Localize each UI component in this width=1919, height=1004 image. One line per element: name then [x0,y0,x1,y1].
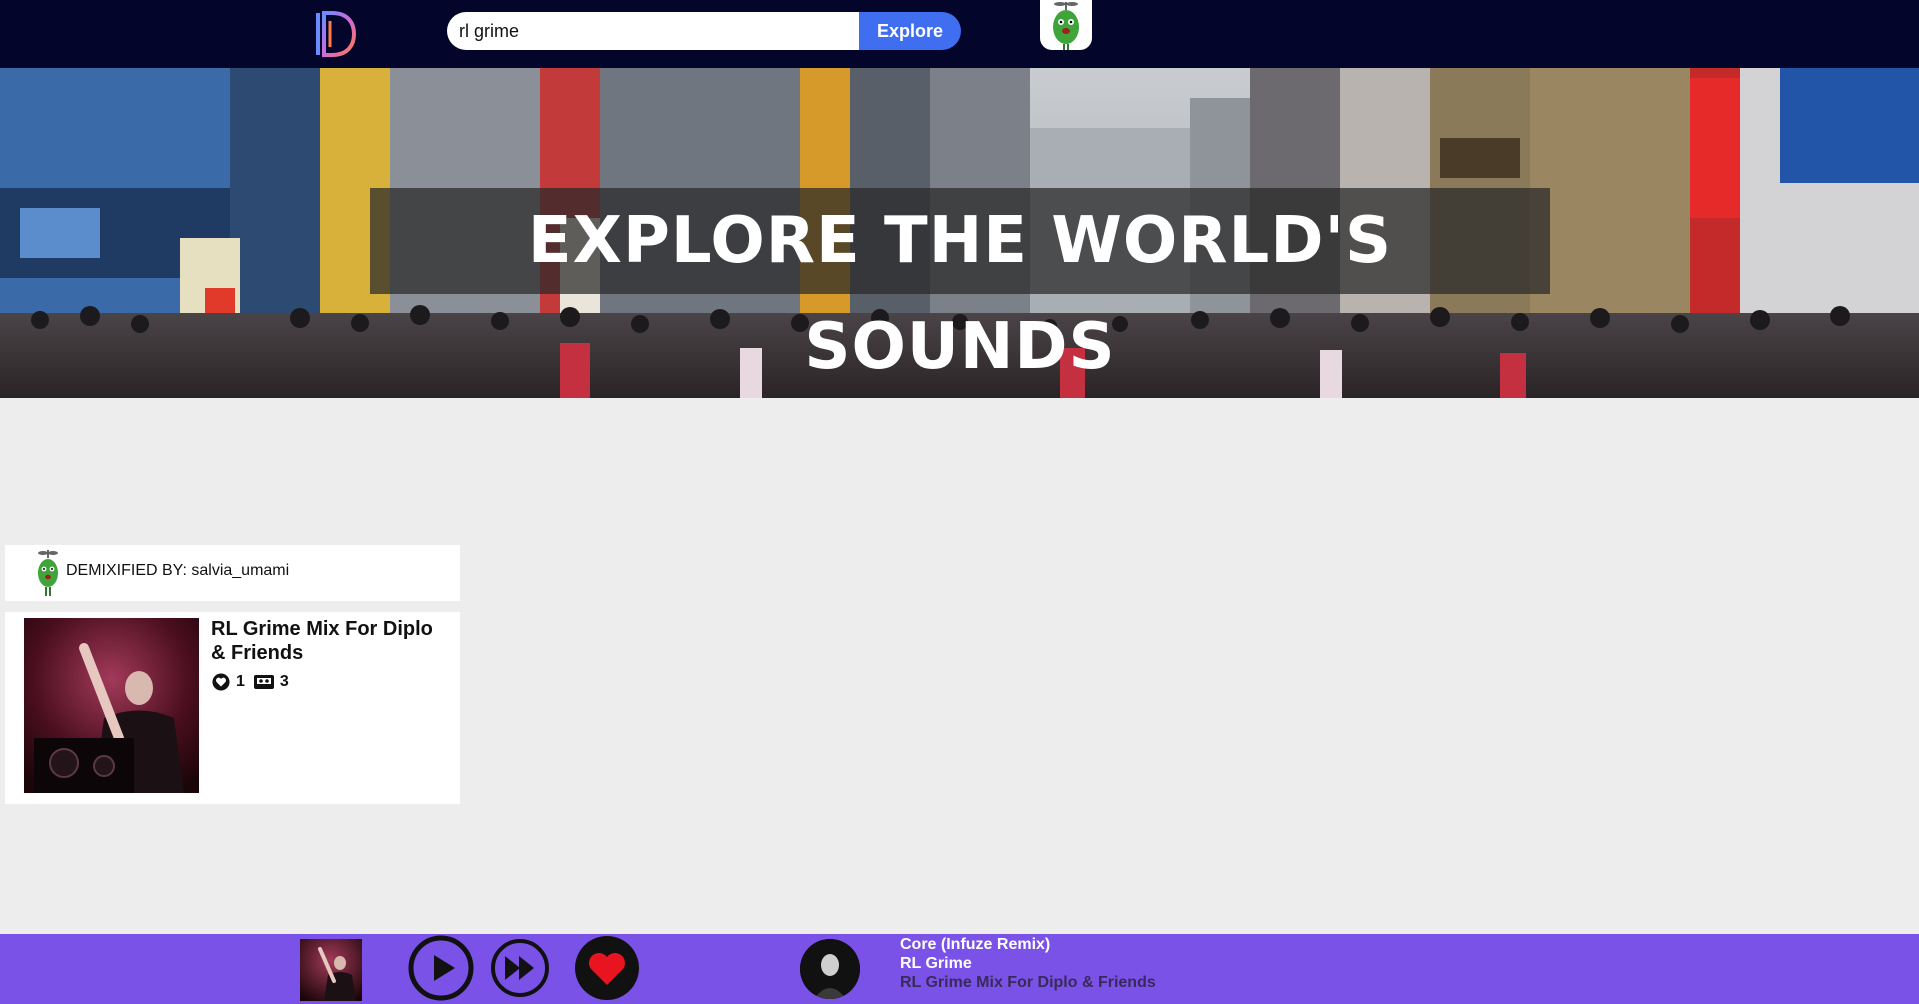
mix-cover-image[interactable] [24,618,199,793]
mix-title[interactable]: RL Grime Mix For Diplo & Friends [211,617,451,665]
artist-portrait-illustration [800,939,860,999]
heart-circle-icon[interactable] [211,673,231,691]
demixify-logo-icon[interactable] [314,9,358,59]
hero-title: EXPLORE THE WORLD'S SOUNDS [527,204,1393,384]
top-navbar: Explore [0,0,1919,68]
player-bar: Core (Infuze Remix) RL Grime RL Grime Mi… [0,934,1919,1004]
pickle-avatar-icon [1053,2,1079,50]
hero-title-panel: EXPLORE THE WORLD'S SOUNDS [370,188,1550,384]
search-input[interactable] [447,12,860,50]
tracks-count: 3 [279,673,289,690]
fast-forward-icon[interactable] [490,938,550,998]
cassette-icon [253,675,274,689]
mix-stats: 1 3 [211,672,297,692]
favorite-heart-icon[interactable] [574,935,640,1001]
dj-photo-illustration [24,618,199,793]
hero-banner: EXPLORE THE WORLD'S SOUNDS [0,68,1919,398]
search-bar: Explore [447,12,961,50]
pickle-avatar-icon[interactable] [27,548,69,598]
demixified-by-card: DEMIXIFIED BY: salvia_umami [5,545,460,601]
artist-avatar[interactable] [800,939,860,999]
dj-photo-thumbnail [300,939,362,1001]
player-cover-image[interactable] [300,939,362,1001]
mix-card[interactable]: RL Grime Mix For Diplo & Friends 1 3 [5,612,460,804]
now-playing-artist[interactable]: RL Grime [900,954,1156,973]
likes-count: 1 [236,673,245,690]
user-avatar[interactable] [1040,0,1092,50]
demixified-by-label[interactable]: DEMIXIFIED BY: salvia_umami [66,562,289,580]
play-icon[interactable] [408,935,474,1001]
now-playing-info: Core (Infuze Remix) RL Grime RL Grime Mi… [900,934,1156,1004]
explore-button[interactable]: Explore [859,12,961,50]
now-playing-track[interactable]: Core (Infuze Remix) [900,935,1156,954]
now-playing-mix[interactable]: RL Grime Mix For Diplo & Friends [900,973,1156,992]
